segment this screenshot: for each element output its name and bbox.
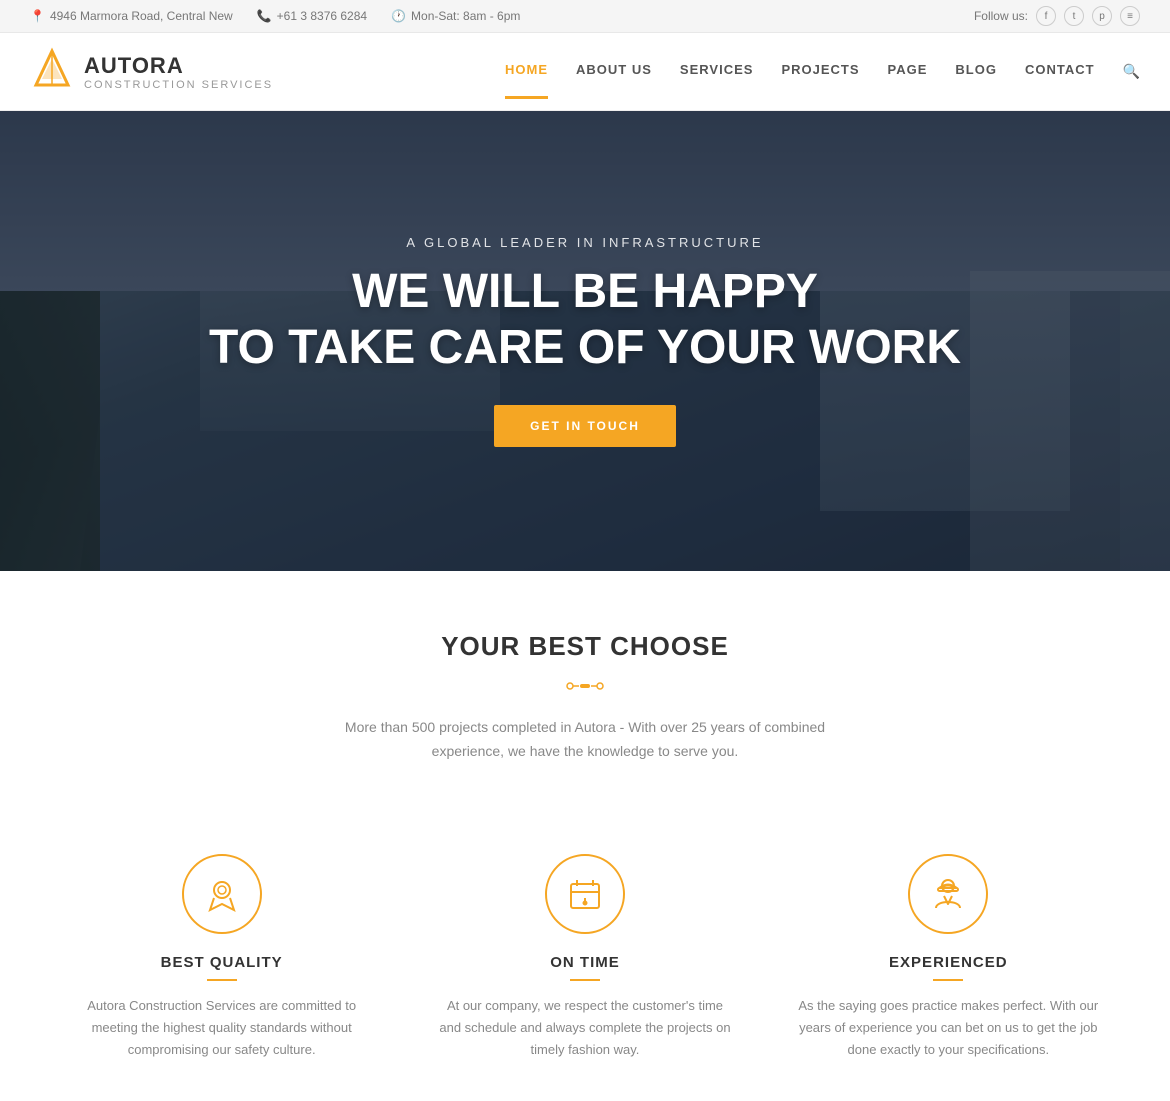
phone-icon: 📞 xyxy=(257,9,272,23)
phone-item: 📞 +61 3 8376 6284 xyxy=(257,9,367,23)
best-choose-section: YOUR BEST CHOOSE More than 500 projects … xyxy=(0,571,1170,854)
hours-text: Mon-Sat: 8am - 6pm xyxy=(411,9,520,23)
feature-quality-title: BEST QUALITY xyxy=(72,954,372,971)
features-section: BEST QUALITY Autora Construction Service… xyxy=(0,854,1170,1101)
feature-exp-icon-wrap xyxy=(908,854,988,934)
pinterest-icon[interactable]: p xyxy=(1092,6,1112,26)
top-bar: 📍 4946 Marmora Road, Central New 📞 +61 3… xyxy=(0,0,1170,33)
hero-content: A GLOBAL LEADER IN INFRASTRUCTURE WE WIL… xyxy=(0,111,1170,571)
nav-blog[interactable]: BLOG xyxy=(955,62,997,81)
header: AUTORA Construction services HOME ABOUT … xyxy=(0,33,1170,111)
hours-item: 🕐 Mon-Sat: 8am - 6pm xyxy=(391,9,520,23)
section-divider-icon xyxy=(30,676,1140,696)
top-bar-info: 📍 4946 Marmora Road, Central New 📞 +61 3… xyxy=(30,9,520,23)
nav-about[interactable]: ABOUT US xyxy=(576,62,652,81)
feature-experienced: EXPERIENCED As the saying goes practice … xyxy=(798,854,1098,1061)
nav-projects[interactable]: PROJECTS xyxy=(781,62,859,81)
hero-subtitle: A GLOBAL LEADER IN INFRASTRUCTURE xyxy=(406,235,763,250)
nav-services[interactable]: SERVICES xyxy=(680,62,754,81)
feature-time-desc: At our company, we respect the customer'… xyxy=(435,995,735,1061)
hero-title-line2: TO TAKE CARE OF YOUR WORK xyxy=(209,321,961,374)
clock-icon: 🕐 xyxy=(391,9,406,23)
feature-time-title: ON TIME xyxy=(435,954,735,971)
map-icon: 📍 xyxy=(30,9,45,23)
hero-cta-button[interactable]: GET IN TOUCH xyxy=(494,405,676,447)
follow-label: Follow us: xyxy=(974,9,1028,23)
section-description: More than 500 projects completed in Auto… xyxy=(310,716,860,764)
hero-title-line1: WE WILL BE HAPPY xyxy=(352,265,818,318)
address-item: 📍 4946 Marmora Road, Central New xyxy=(30,9,233,23)
feature-time-icon-wrap xyxy=(545,854,625,934)
social-section: Follow us: f t p ≡ xyxy=(974,6,1140,26)
rss-icon[interactable]: ≡ xyxy=(1120,6,1140,26)
logo-subtitle: Construction services xyxy=(84,79,273,91)
feature-on-time: ON TIME At our company, we respect the c… xyxy=(435,854,735,1061)
feature-quality-icon-wrap xyxy=(182,854,262,934)
main-nav: HOME ABOUT US SERVICES PROJECTS PAGE BLO… xyxy=(505,62,1140,81)
feature-quality-divider xyxy=(207,979,237,981)
logo-name: AUTORA xyxy=(84,53,273,79)
section-title: YOUR BEST CHOOSE xyxy=(30,631,1140,662)
feature-best-quality: BEST QUALITY Autora Construction Service… xyxy=(72,854,372,1061)
twitter-icon[interactable]: t xyxy=(1064,6,1084,26)
address-text: 4946 Marmora Road, Central New xyxy=(50,9,233,23)
nav-contact[interactable]: CONTACT xyxy=(1025,62,1095,81)
nav-page[interactable]: PAGE xyxy=(888,62,928,81)
feature-exp-divider xyxy=(933,979,963,981)
hero-section: A GLOBAL LEADER IN INFRASTRUCTURE WE WIL… xyxy=(0,111,1170,571)
phone-text: +61 3 8376 6284 xyxy=(277,9,367,23)
logo-text: AUTORA Construction services xyxy=(84,53,273,91)
hero-title: WE WILL BE HAPPY TO TAKE CARE OF YOUR WO… xyxy=(209,264,961,374)
social-icons: f t p ≡ xyxy=(1036,6,1140,26)
search-icon[interactable]: 🔍 xyxy=(1123,63,1140,80)
logo-icon xyxy=(30,47,74,96)
feature-exp-title: EXPERIENCED xyxy=(798,954,1098,971)
feature-quality-desc: Autora Construction Services are committ… xyxy=(72,995,372,1061)
feature-exp-desc: As the saying goes practice makes perfec… xyxy=(798,995,1098,1061)
logo[interactable]: AUTORA Construction services xyxy=(30,47,273,96)
facebook-icon[interactable]: f xyxy=(1036,6,1056,26)
nav-home[interactable]: HOME xyxy=(505,62,548,81)
feature-time-divider xyxy=(570,979,600,981)
